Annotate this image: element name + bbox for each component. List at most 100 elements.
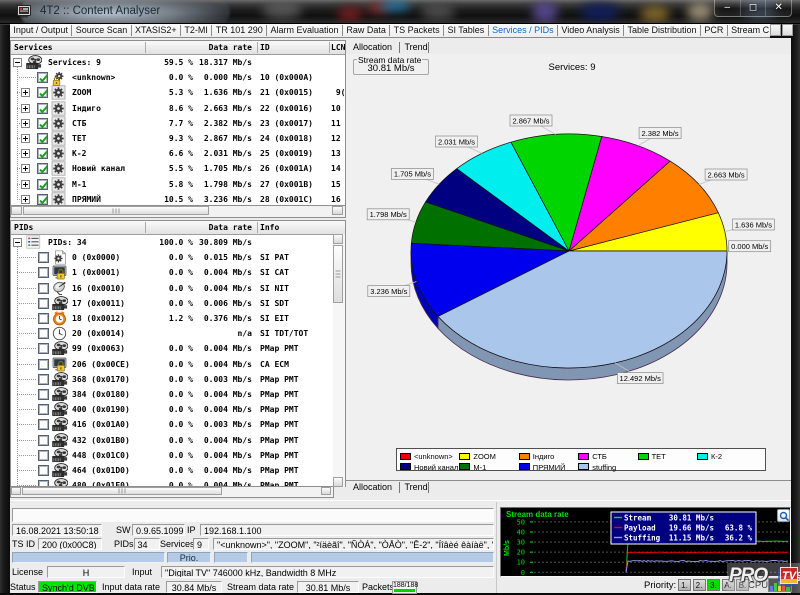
pid-row-15[interactable]: 464 (0x01D0)0.0 %0.004 Mb/sPMap PMT: [11, 463, 333, 478]
service-row-1[interactable]: <unknown>0.0 %0.000 Mb/s10 (0x000A): [11, 70, 345, 85]
column-separator[interactable]: [257, 42, 258, 53]
services-header-data-rate[interactable]: Data rate: [209, 41, 252, 54]
service-checkbox[interactable]: [37, 148, 48, 159]
pid-checkbox[interactable]: [38, 328, 49, 339]
column-separator[interactable]: [145, 42, 146, 53]
services-header-services[interactable]: Services: [14, 41, 53, 54]
close-button[interactable]: ✕: [766, 0, 791, 16]
pid-checkbox[interactable]: [38, 267, 49, 278]
service-row-7[interactable]: Новий канал5.5 %1.705 Mb/s26 (0x001A)14: [11, 161, 345, 176]
service-checkbox[interactable]: [37, 72, 48, 83]
service-row-8[interactable]: М-15.8 %1.798 Mb/s27 (0x001B)15: [11, 177, 345, 192]
minimize-button[interactable]: –: [715, 0, 741, 16]
panel-tab-trend[interactable]: Trend: [405, 41, 428, 54]
tab-source-scan[interactable]: Source Scan: [72, 24, 130, 37]
bottom-panel-tab-allocation[interactable]: Allocation: [353, 481, 392, 494]
tab-si-tables[interactable]: SI Tables: [444, 24, 488, 37]
pid-checkbox[interactable]: [38, 450, 49, 461]
tab-stream-c[interactable]: Stream C: [728, 24, 770, 37]
priority-button-3[interactable]: 3.: [707, 579, 720, 591]
tab-scroll-left-button[interactable]: [770, 24, 781, 36]
scroll-thumb[interactable]: [23, 206, 209, 215]
panel-tab-allocation[interactable]: Allocation: [353, 41, 392, 54]
collapse-icon[interactable]: [13, 238, 22, 247]
pid-row-9[interactable]: 368 (0x0170)0.0 %0.003 Mb/sPMap PMT: [11, 372, 333, 387]
tab-pcr[interactable]: PCR: [701, 24, 727, 37]
scroll-left-button[interactable]: [11, 206, 22, 215]
pid-checkbox[interactable]: [38, 465, 49, 476]
pid-checkbox[interactable]: [38, 343, 49, 354]
pids-header-data-rate[interactable]: Data rate: [209, 221, 252, 234]
pid-row-14[interactable]: 448 (0x01C0)0.0 %0.004 Mb/sPMap PMT: [11, 448, 333, 463]
service-row-5[interactable]: ТЕТ9.3 %2.867 Mb/s24 (0x0018)12: [11, 131, 345, 146]
expand-icon[interactable]: [21, 195, 30, 204]
pid-row-16[interactable]: 480 (0x01E0)0.0 %0.004 Mb/sPMap PMT: [11, 478, 333, 486]
maximize-button[interactable]: ◻: [741, 0, 767, 16]
pids-header-info[interactable]: Info: [260, 221, 279, 234]
service-checkbox[interactable]: [37, 179, 48, 190]
tab-input-output[interactable]: Input / Output: [10, 24, 71, 37]
tab-xtasis2-[interactable]: XTASIS2+: [132, 24, 180, 37]
priority-button-1[interactable]: 1.: [678, 579, 691, 591]
pid-checkbox[interactable]: [38, 480, 49, 486]
scroll-up-button[interactable]: [333, 234, 343, 244]
title-bar[interactable]: 4T2 :: Content Analyser – ◻ ✕: [0, 0, 800, 24]
pid-row-10[interactable]: 384 (0x0180)0.0 %0.004 Mb/sPMap PMT: [11, 387, 333, 402]
tab-raw-data[interactable]: Raw Data: [343, 24, 389, 37]
pid-row-6[interactable]: 20 (0x0014)n/aSI TDT/TOT: [11, 326, 333, 341]
tab-table-distribution[interactable]: Table Distribution: [624, 24, 700, 37]
scroll-thumb[interactable]: [22, 487, 222, 495]
tab-video-analysis[interactable]: Video Analysis: [558, 24, 623, 37]
service-row-9[interactable]: ПРЯМИЙ10.5 %3.236 Mb/s28 (0x001C)16: [11, 192, 345, 205]
services-hscrollbar[interactable]: [10, 206, 346, 218]
pid-checkbox[interactable]: [38, 313, 49, 324]
pid-checkbox[interactable]: [38, 298, 49, 309]
pids-header-pids[interactable]: PIDs: [14, 221, 33, 234]
column-separator[interactable]: [329, 42, 330, 53]
service-row-4[interactable]: СТБ7.7 %2.382 Mb/s23 (0x0017)11: [11, 116, 345, 131]
service-checkbox[interactable]: [37, 87, 48, 98]
pid-checkbox[interactable]: [38, 359, 49, 370]
service-checkbox[interactable]: [37, 103, 48, 114]
column-separator[interactable]: [145, 222, 146, 233]
tab-services-pids[interactable]: Services / PIDs: [489, 24, 557, 37]
zoom-button[interactable]: [777, 509, 790, 522]
pid-row-13[interactable]: 432 (0x01B0)0.0 %0.004 Mb/sPMap PMT: [11, 433, 333, 448]
pids-vscrollbar[interactable]: [333, 234, 345, 487]
pid-row-7[interactable]: 99 (0x0063)0.0 %0.004 Mb/sPMap PMT: [11, 341, 333, 356]
expand-icon[interactable]: [21, 149, 30, 158]
pid-row-11[interactable]: 400 (0x0190)0.0 %0.004 Mb/sPMap PMT: [11, 402, 333, 417]
services-root-row[interactable]: Services: 959.5 %18.317 Mb/s: [11, 55, 345, 70]
pid-row-5[interactable]: 18 (0x0012)1.2 %0.376 Mb/sSI EIT: [11, 311, 333, 326]
pid-row-1[interactable]: 0 (0x0000)0.0 %0.015 Mb/sSI PAT: [11, 250, 333, 265]
service-row-6[interactable]: К-26.6 %2.031 Mb/s25 (0x0019)13: [11, 146, 345, 161]
bottom-panel-tab-trend[interactable]: Trend: [405, 481, 428, 494]
pids-hscrollbar[interactable]: [10, 487, 334, 498]
pid-checkbox[interactable]: [38, 435, 49, 446]
scroll-left-button[interactable]: [11, 487, 21, 495]
column-separator[interactable]: [257, 222, 258, 233]
expand-icon[interactable]: [21, 88, 30, 97]
pid-checkbox[interactable]: [38, 374, 49, 385]
services-header-lcn[interactable]: LCN: [331, 41, 345, 54]
priority-button-2[interactable]: 2.: [693, 579, 706, 591]
service-checkbox[interactable]: [37, 133, 48, 144]
service-checkbox[interactable]: [37, 163, 48, 174]
expand-icon[interactable]: [21, 119, 30, 128]
service-row-2[interactable]: ZOOM5.3 %1.636 Mb/s21 (0x0015) 9(: [11, 85, 345, 100]
scroll-thumb[interactable]: [333, 245, 343, 303]
pid-row-3[interactable]: 16 (0x0010)0.0 %0.004 Mb/sSI NIT: [11, 281, 333, 296]
collapse-icon[interactable]: [13, 58, 22, 67]
scroll-right-button[interactable]: [321, 487, 331, 495]
service-checkbox[interactable]: [37, 118, 48, 129]
expand-icon[interactable]: [21, 104, 30, 113]
services-header-id[interactable]: ID: [260, 41, 270, 54]
pid-row-8[interactable]: 206 (0x00CE)0.0 %0.004 Mb/sCA ECM: [11, 357, 333, 372]
pid-row-4[interactable]: 17 (0x0011)0.0 %0.006 Mb/sSI SDT: [11, 296, 333, 311]
service-checkbox[interactable]: [37, 194, 48, 205]
pid-checkbox[interactable]: [38, 252, 49, 263]
tab-scroll-right-button[interactable]: [782, 24, 793, 36]
pid-checkbox[interactable]: [38, 389, 49, 400]
expand-icon[interactable]: [21, 134, 30, 143]
pid-row-2[interactable]: 1 (0x0001)0.0 %0.004 Mb/sSI CAT: [11, 265, 333, 280]
